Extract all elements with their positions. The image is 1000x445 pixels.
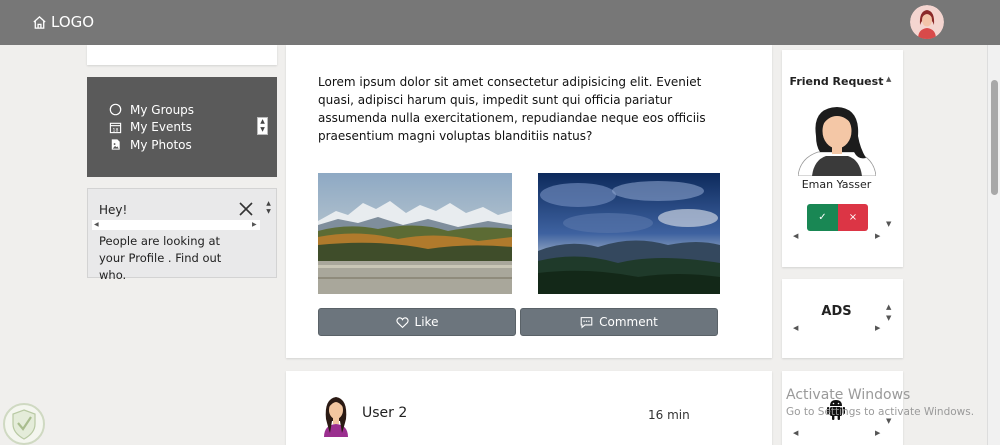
sidebar-item-label: My Events bbox=[130, 120, 192, 135]
scroll-right-icon[interactable]: ▶ bbox=[875, 430, 880, 437]
notice-greeting: Hey! bbox=[99, 203, 128, 217]
ads-card: ADS ▲ ▼ ◀ ▶ bbox=[782, 279, 903, 358]
scroll-up-icon[interactable]: ▲ bbox=[886, 76, 891, 83]
accept-button[interactable]: ✓ bbox=[807, 204, 838, 231]
scroll-down-icon[interactable]: ▼ bbox=[886, 418, 891, 425]
scroll-down-icon[interactable]: ▼ bbox=[886, 221, 891, 228]
comment-label: Comment bbox=[599, 315, 658, 329]
post-photo-clouds[interactable] bbox=[538, 173, 720, 294]
calendar-icon: 18 bbox=[109, 122, 122, 133]
watermark-title: Activate Windows bbox=[786, 387, 911, 403]
page-scrollbar-thumb[interactable] bbox=[991, 80, 998, 195]
x-icon: × bbox=[848, 212, 858, 223]
friend-request-title: Friend Request bbox=[789, 75, 884, 88]
comment-button[interactable]: Comment bbox=[520, 308, 718, 336]
sidebar-item-label: My Groups bbox=[130, 102, 195, 117]
post-photo-mountains[interactable] bbox=[318, 173, 512, 294]
scroll-right-icon[interactable]: ▶ bbox=[252, 221, 257, 228]
notice-message: People are looking at your Profile . Fin… bbox=[99, 234, 222, 282]
left-top-card bbox=[87, 45, 277, 65]
friend-avatar[interactable] bbox=[798, 106, 876, 176]
menu-spinner[interactable]: ▲ ▼ bbox=[257, 117, 268, 135]
friend-request-card: Friend Request Eman Yasser ✓ × ▲ ▼ ◀ ▶ bbox=[782, 50, 903, 267]
scroll-up-icon[interactable]: ▲ bbox=[886, 304, 891, 311]
sidebar-item-my-photos[interactable]: My Photos bbox=[109, 136, 194, 154]
notice-spinner[interactable]: ▲ ▼ bbox=[263, 200, 274, 218]
notice-card: Hey! ◀ ▶ People are looking at your Prof… bbox=[87, 188, 277, 282]
post-card-2: User 2 16 min bbox=[286, 371, 772, 445]
corner-shield-logo bbox=[3, 403, 45, 445]
scroll-left-icon[interactable]: ◀ bbox=[793, 430, 798, 437]
logo-link[interactable]: LOGO bbox=[32, 13, 94, 31]
top-navbar: LOGO bbox=[0, 0, 1000, 45]
ads-title: ADS bbox=[821, 304, 852, 319]
user-2-avatar[interactable] bbox=[320, 393, 352, 437]
scroll-down-icon[interactable]: ▼ bbox=[886, 315, 891, 322]
file-image-icon bbox=[111, 139, 120, 150]
like-button[interactable]: Like bbox=[318, 308, 516, 336]
watermark-subtitle: Go to Settings to activate Windows. bbox=[786, 406, 975, 418]
scroll-left-icon[interactable]: ◀ bbox=[793, 325, 798, 332]
reject-button[interactable]: × bbox=[838, 204, 868, 231]
like-label: Like bbox=[414, 315, 439, 329]
scroll-right-icon[interactable]: ▶ bbox=[875, 325, 880, 332]
user-avatar[interactable] bbox=[910, 5, 944, 39]
windows-activation-watermark: Activate Windows Go to Settings to activ… bbox=[786, 387, 974, 418]
post-text: Lorem ipsum dolor sit amet consectetur a… bbox=[318, 75, 706, 143]
heart-icon bbox=[395, 316, 409, 328]
sidebar-item-my-groups[interactable]: My Groups bbox=[109, 101, 194, 119]
page-scrollbar[interactable] bbox=[987, 45, 1000, 445]
circle-icon bbox=[109, 103, 122, 116]
sidebar-item-label: My Photos bbox=[130, 137, 192, 152]
sidebar-menu: My Groups 18 My Events My Photos bbox=[87, 77, 277, 177]
scroll-right-icon[interactable]: ▶ bbox=[875, 233, 880, 240]
post-username[interactable]: User 2 bbox=[362, 405, 407, 421]
check-icon: ✓ bbox=[818, 212, 827, 223]
post-card: Lorem ipsum dolor sit amet consectetur a… bbox=[286, 45, 772, 358]
close-icon[interactable] bbox=[238, 201, 254, 217]
sidebar-item-my-events[interactable]: 18 My Events bbox=[109, 119, 194, 137]
notice-horizontal-scrollbar[interactable]: ◀ ▶ bbox=[92, 220, 260, 230]
scroll-left-icon[interactable]: ◀ bbox=[793, 233, 798, 240]
logo-text: LOGO bbox=[51, 13, 95, 31]
scroll-left-icon[interactable]: ◀ bbox=[94, 221, 99, 228]
comment-dots-icon bbox=[580, 316, 593, 329]
svg-text:18: 18 bbox=[113, 127, 119, 133]
home-icon bbox=[33, 15, 46, 29]
friend-name: Eman Yasser bbox=[801, 178, 872, 191]
post-timestamp: 16 min bbox=[648, 408, 690, 422]
